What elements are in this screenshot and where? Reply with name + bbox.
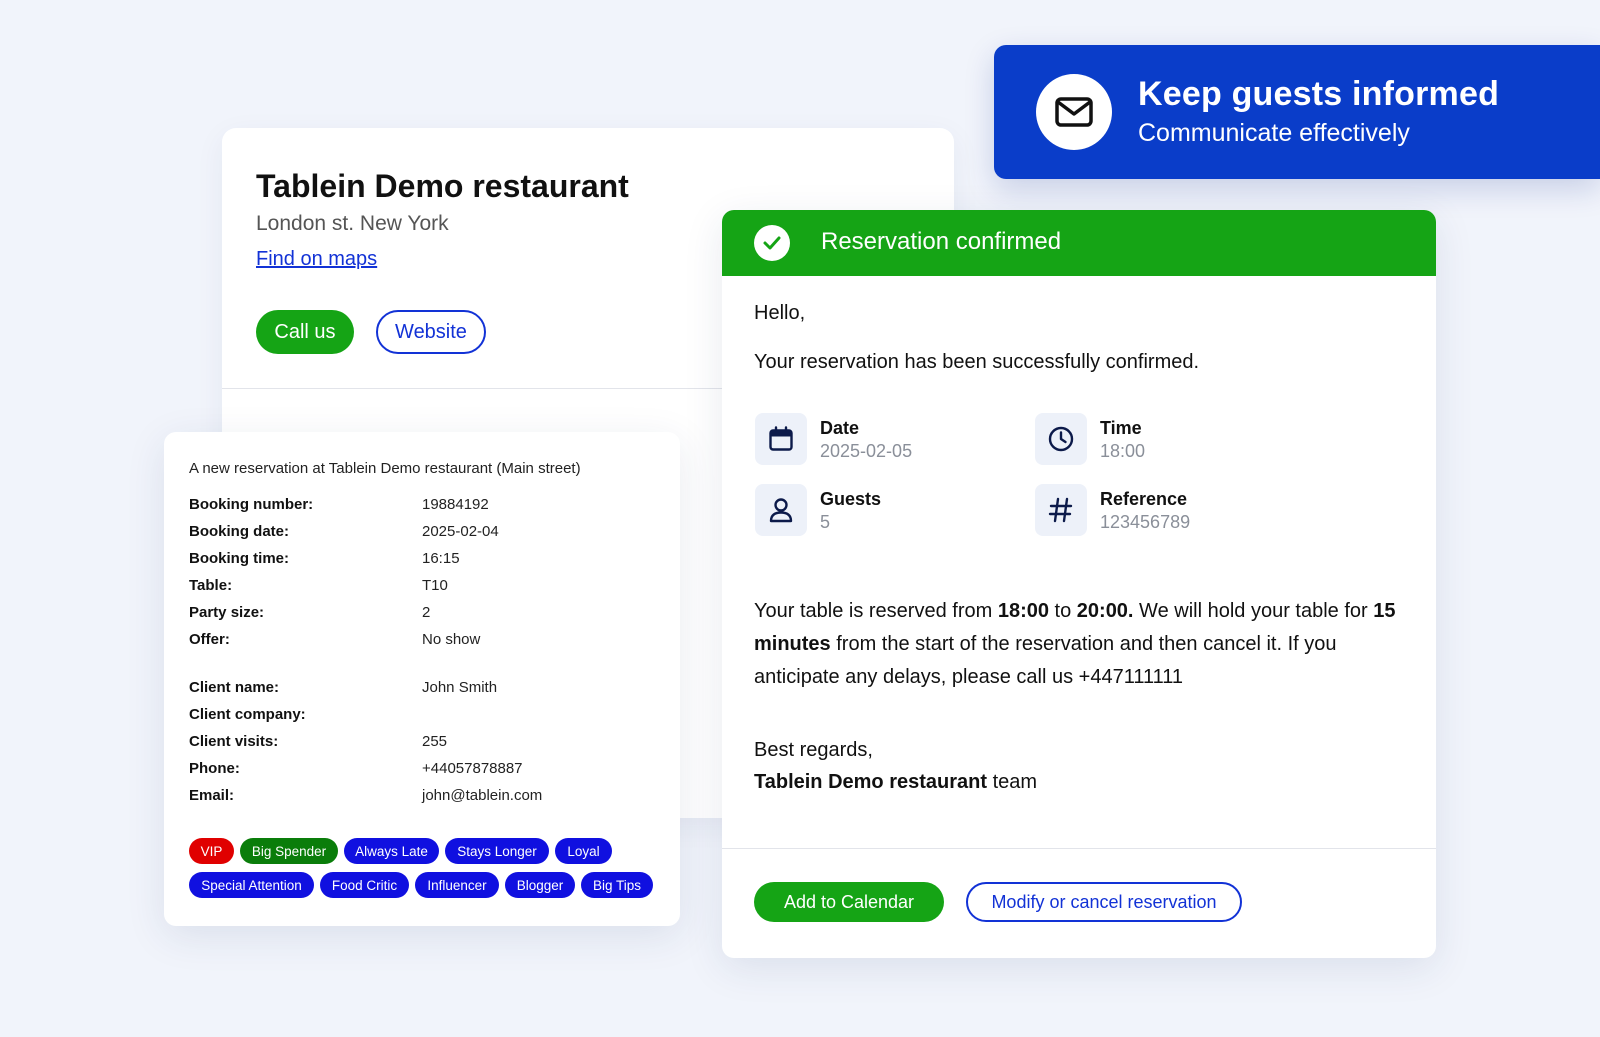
- booking-value: 2: [422, 604, 431, 621]
- para-text: from the start of the reservation and th…: [754, 633, 1337, 688]
- detail-value: 5: [820, 512, 831, 532]
- booking-value: T10: [422, 577, 448, 594]
- reservation-policy-text: Your table is reserved from 18:00 to 20:…: [754, 595, 1404, 694]
- tag-stays-longer[interactable]: Stays Longer: [445, 838, 549, 864]
- client-row: Client visits: 255: [189, 733, 659, 753]
- detail-value: 2025-02-05: [820, 441, 913, 461]
- para-end-time: 20:00.: [1076, 600, 1134, 622]
- divider: [722, 848, 1436, 849]
- add-to-calendar-button[interactable]: Add to Calendar: [754, 882, 944, 922]
- tag-vip[interactable]: VIP: [189, 838, 234, 864]
- booking-value: 2025-02-04: [422, 523, 499, 540]
- para-text: to: [1048, 600, 1077, 622]
- client-row: Phone: +44057878887: [189, 760, 659, 780]
- website-button[interactable]: Website: [376, 310, 486, 354]
- booking-label: Offer:: [189, 631, 230, 648]
- detail-value: 123456789: [1100, 512, 1191, 532]
- detail-reference: Reference 123456789: [1035, 484, 1295, 538]
- client-label: Email:: [189, 787, 235, 804]
- banner-subtitle: Communicate effectively: [1138, 119, 1410, 147]
- client-row: Client company:: [189, 706, 659, 726]
- banner-title: Keep guests informed: [1138, 75, 1500, 113]
- booking-heading: A new reservation at Tablein Demo restau…: [189, 460, 581, 477]
- booking-label: Table:: [189, 577, 233, 594]
- booking-details-card: A new reservation at Tablein Demo restau…: [164, 432, 680, 926]
- tag-food-critic[interactable]: Food Critic: [320, 872, 409, 898]
- clock-icon: [1035, 413, 1087, 465]
- restaurant-address: London st. New York: [256, 212, 449, 235]
- booking-label: Party size:: [189, 604, 265, 621]
- detail-label: Time: [1100, 418, 1142, 438]
- booking-label: Booking time:: [189, 550, 289, 567]
- client-label: Client company:: [189, 706, 306, 723]
- tag-big-tips[interactable]: Big Tips: [581, 872, 653, 898]
- tag-blogger[interactable]: Blogger: [505, 872, 575, 898]
- booking-row: Booking date: 2025-02-04: [189, 523, 659, 543]
- detail-date: Date 2025-02-05: [755, 413, 1015, 467]
- client-label: Client visits:: [189, 733, 279, 750]
- detail-time: Time 18:00: [1035, 413, 1295, 467]
- tag-big-spender[interactable]: Big Spender: [240, 838, 338, 864]
- booking-label: Booking date:: [189, 523, 289, 540]
- booking-row: Party size: 2: [189, 604, 659, 624]
- confirmation-title: Reservation confirmed: [821, 228, 1062, 255]
- user-icon: [755, 484, 807, 536]
- detail-label: Guests: [820, 489, 882, 509]
- tag-influencer[interactable]: Influencer: [415, 872, 499, 898]
- client-row: Client name: John Smith: [189, 679, 659, 699]
- detail-label: Date: [820, 418, 860, 438]
- promo-banner: Keep guests informed Communicate effecti…: [994, 45, 1600, 179]
- tag-always-late[interactable]: Always Late: [344, 838, 439, 864]
- booking-row: Offer: No show: [189, 631, 659, 651]
- para-start-time: 18:00: [997, 600, 1049, 622]
- booking-row: Booking number: 19884192: [189, 496, 659, 516]
- find-on-maps-link[interactable]: Find on maps: [256, 248, 377, 271]
- client-value: john@tablein.com: [422, 787, 543, 804]
- detail-value: 18:00: [1100, 441, 1146, 461]
- modify-reservation-button[interactable]: Modify or cancel reservation: [966, 882, 1242, 922]
- restaurant-name: Tablein Demo restaurant: [256, 168, 629, 204]
- envelope-icon: [1036, 74, 1112, 150]
- booking-value: 19884192: [422, 496, 489, 513]
- tag-special-attention[interactable]: Special Attention: [189, 872, 314, 898]
- booking-value: No show: [422, 631, 481, 648]
- client-value: 255: [422, 733, 448, 750]
- confirmation-header: Reservation confirmed: [722, 210, 1436, 276]
- sign-off: Best regards,: [754, 739, 873, 761]
- detail-label: Reference: [1100, 489, 1188, 509]
- confirmation-message: Your reservation has been successfully c…: [754, 351, 1200, 373]
- para-text: Your table is reserved from: [754, 600, 998, 622]
- client-row: Email: john@tablein.com: [189, 787, 659, 807]
- call-us-button[interactable]: Call us: [256, 310, 354, 354]
- client-label: Phone:: [189, 760, 240, 777]
- booking-label: Booking number:: [189, 496, 314, 513]
- signature-suffix: team: [987, 771, 1038, 793]
- hash-icon: [1035, 484, 1087, 536]
- check-circle-icon: [754, 225, 790, 261]
- para-text: We will hold your table for: [1133, 600, 1374, 622]
- calendar-icon: [755, 413, 807, 465]
- client-label: Client name:: [189, 679, 280, 696]
- client-value: John Smith: [422, 679, 498, 696]
- booking-value: 16:15: [422, 550, 460, 567]
- booking-row: Table: T10: [189, 577, 659, 597]
- client-value: +44057878887: [422, 760, 523, 777]
- signature-restaurant: Tablein Demo restaurant: [754, 771, 988, 793]
- confirmation-email-card: Reservation confirmed Hello, Your reserv…: [722, 210, 1436, 958]
- signature: Tablein Demo restaurant team: [754, 771, 1037, 794]
- detail-guests: Guests 5: [755, 484, 1015, 538]
- tag-loyal[interactable]: Loyal: [555, 838, 612, 864]
- greeting: Hello,: [754, 302, 806, 324]
- booking-row: Booking time: 16:15: [189, 550, 659, 570]
